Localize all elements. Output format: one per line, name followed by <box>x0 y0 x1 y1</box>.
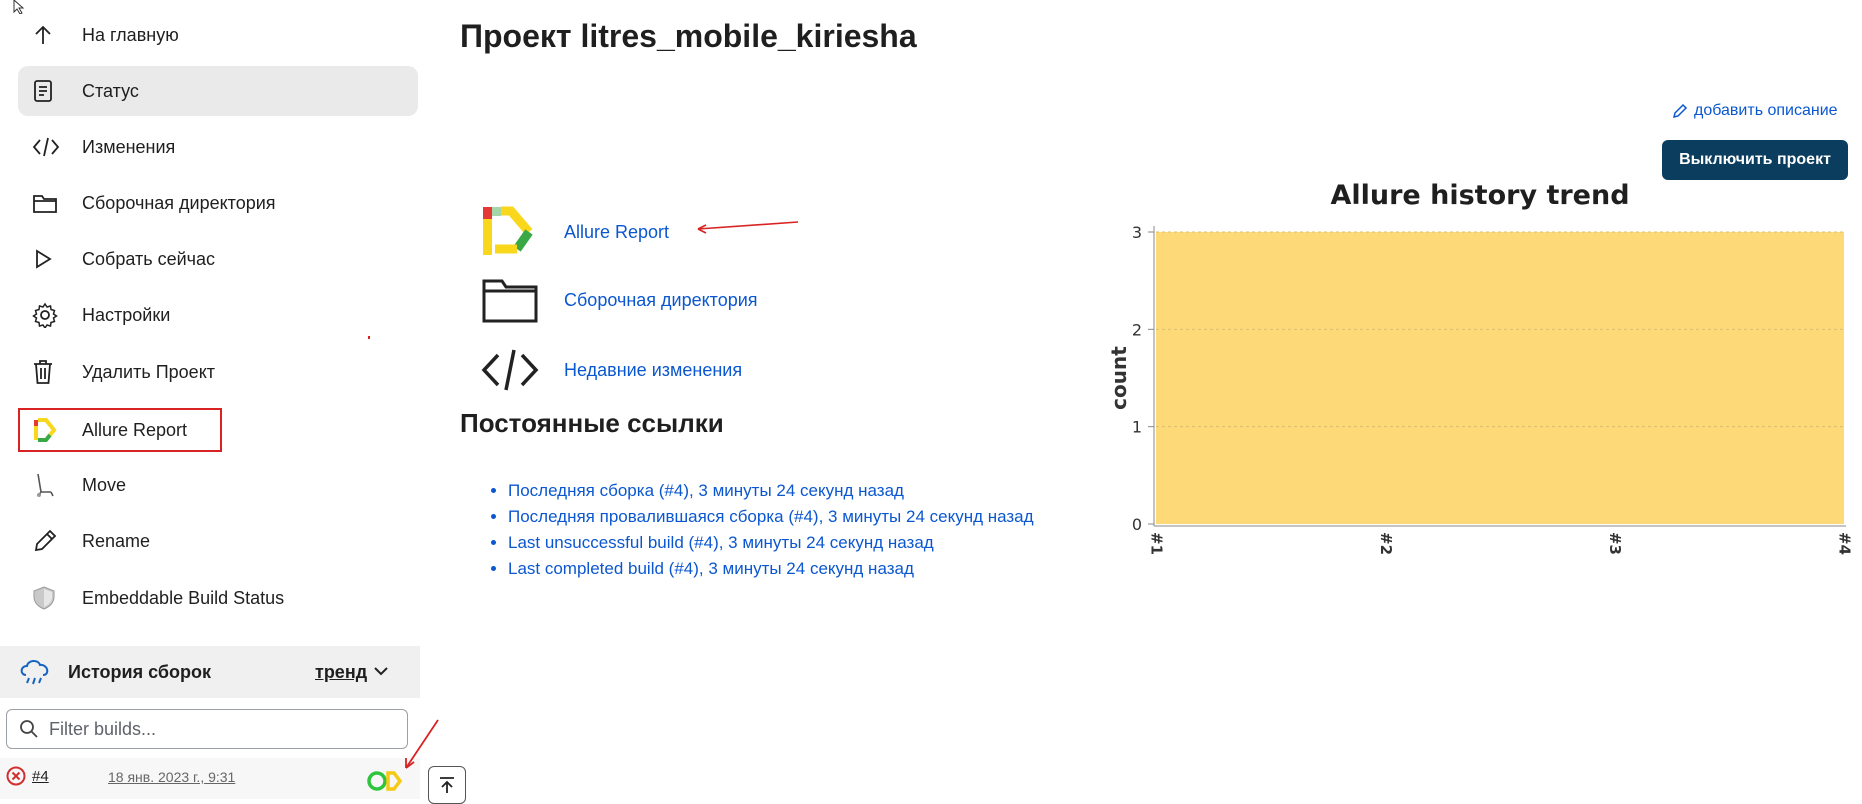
recent-changes-link-row: Недавние изменения <box>480 340 742 400</box>
pencil-icon <box>32 526 72 556</box>
sidebar-item-label: Удалить Проект <box>82 362 215 383</box>
filter-builds-input[interactable] <box>47 718 391 741</box>
y-tick-label: 1 <box>1132 418 1142 437</box>
y-tick-label: 0 <box>1132 515 1142 534</box>
build-number-link[interactable]: #4 <box>32 768 49 785</box>
gear-icon <box>32 300 72 330</box>
sidebar-item-allure-report[interactable]: Allure Report <box>18 408 222 452</box>
list-item: Последняя провалившаяся сборка (#4), 3 м… <box>508 504 1034 530</box>
permalinks-list: Последняя сборка (#4), 3 минуты 24 секун… <box>488 478 1034 582</box>
sidebar-item-rename[interactable]: Rename <box>18 516 418 566</box>
error-status-icon <box>6 766 26 786</box>
build-history-title: История сборок <box>68 662 211 683</box>
annotation-arrow-main <box>692 216 804 236</box>
sidebar-item-label: Статус <box>82 81 139 102</box>
permalink-last-unsuccessful-build[interactable]: Last unsuccessful build (#4), 3 минуты 2… <box>508 533 934 552</box>
build-date-link[interactable]: 18 янв. 2023 г., 9:31 <box>108 769 235 785</box>
filter-builds-field[interactable] <box>6 709 408 749</box>
allure-history-trend-chart[interactable]: Allure history trend 0 1 2 3 #1 #2 #3 #4 count <box>1100 176 1860 576</box>
sidebar-item-embeddable-build-status[interactable]: Embeddable Build Status <box>18 573 418 623</box>
y-tick-label: 3 <box>1132 223 1142 242</box>
sidebar-item-delete-project[interactable]: Удалить Проект <box>18 347 418 397</box>
sidebar: На главную Статус Изменения Сборочная ди… <box>0 0 420 799</box>
sidebar-item-label: Собрать сейчас <box>82 249 215 270</box>
workspace-link[interactable]: Сборочная директория <box>564 290 758 311</box>
annotation-dot <box>368 336 372 340</box>
folder-icon <box>480 272 540 328</box>
y-tick-label: 2 <box>1132 320 1142 339</box>
sidebar-item-label: На главную <box>82 25 179 46</box>
sidebar-item-home[interactable]: На главную <box>18 10 418 60</box>
recent-changes-link[interactable]: Недавние изменения <box>564 360 742 381</box>
list-item: Last completed build (#4), 3 минуты 24 с… <box>508 556 1034 582</box>
sidebar-item-label: Настройки <box>82 305 170 326</box>
sidebar-item-move[interactable]: Move <box>18 460 418 510</box>
move-icon <box>32 470 72 500</box>
add-description-link[interactable]: добавить описание <box>1672 102 1838 120</box>
sidebar-item-label: Изменения <box>82 137 175 158</box>
scroll-to-top-button[interactable] <box>428 766 466 804</box>
list-item: Последняя сборка (#4), 3 минуты 24 секун… <box>508 478 1034 504</box>
allure-report-link-row: Allure Report <box>480 202 669 262</box>
x-tick-label: #3 <box>1606 532 1624 555</box>
sidebar-item-changes[interactable]: Изменения <box>18 122 418 172</box>
sidebar-item-label: Embeddable Build Status <box>82 588 284 609</box>
sidebar-item-status[interactable]: Статус <box>18 66 418 116</box>
disable-project-button[interactable]: Выключить проект <box>1662 140 1848 180</box>
sidebar-item-label: Rename <box>82 531 150 552</box>
trash-icon <box>32 357 72 387</box>
allure-logo-icon <box>480 204 540 260</box>
y-axis-label: count <box>1107 346 1131 410</box>
document-icon <box>32 76 72 106</box>
search-icon <box>19 719 39 739</box>
sidebar-item-settings[interactable]: Настройки <box>18 290 418 340</box>
workspace-link-row: Сборочная директория <box>480 270 758 330</box>
add-description-label: добавить описание <box>1694 102 1838 120</box>
code-icon <box>480 342 540 398</box>
sidebar-item-workspace[interactable]: Сборочная директория <box>18 178 418 228</box>
chart-plot: 0 1 2 3 #1 #2 #3 #4 count <box>1100 176 1860 576</box>
sidebar-item-build-now[interactable]: Собрать сейчас <box>18 234 418 284</box>
permalinks-heading: Постоянные ссылки <box>460 408 724 439</box>
arrow-up-icon <box>32 20 72 50</box>
folder-icon <box>32 188 72 218</box>
play-icon <box>32 244 72 274</box>
x-tick-label: #4 <box>1836 532 1854 555</box>
list-item: Last unsuccessful build (#4), 3 минуты 2… <box>508 530 1034 556</box>
page-title: Проект litres_mobile_kiriesha <box>460 18 917 55</box>
sidebar-item-label: Move <box>82 475 126 496</box>
trend-link[interactable]: тренд <box>315 662 367 683</box>
build-history-header: История сборок тренд <box>0 646 420 698</box>
sidebar-item-label: Allure Report <box>82 420 187 441</box>
allure-logo-icon <box>32 415 72 445</box>
arrow-to-top-icon <box>437 775 457 795</box>
build-row[interactable]: #4 18 янв. 2023 г., 9:31 <box>0 758 420 799</box>
code-icon <box>32 132 72 162</box>
cloud-rain-icon <box>18 657 52 687</box>
permalink-last-build[interactable]: Последняя сборка (#4), 3 минуты 24 секун… <box>508 481 904 500</box>
pencil-icon <box>1672 103 1688 119</box>
area-series-0 <box>1156 232 1844 524</box>
sidebar-item-label: Сборочная директория <box>82 193 276 214</box>
x-tick-label: #1 <box>1148 532 1166 555</box>
chart-title: Allure history trend <box>1100 180 1860 211</box>
chevron-down-icon[interactable] <box>372 662 390 680</box>
shield-icon <box>32 583 72 613</box>
x-tick-label: #2 <box>1377 532 1395 555</box>
permalink-last-failed-build[interactable]: Последняя провалившаяся сборка (#4), 3 м… <box>508 507 1034 526</box>
permalink-last-completed-build[interactable]: Last completed build (#4), 3 минуты 24 с… <box>508 559 914 578</box>
allure-report-link[interactable]: Allure Report <box>564 222 669 243</box>
